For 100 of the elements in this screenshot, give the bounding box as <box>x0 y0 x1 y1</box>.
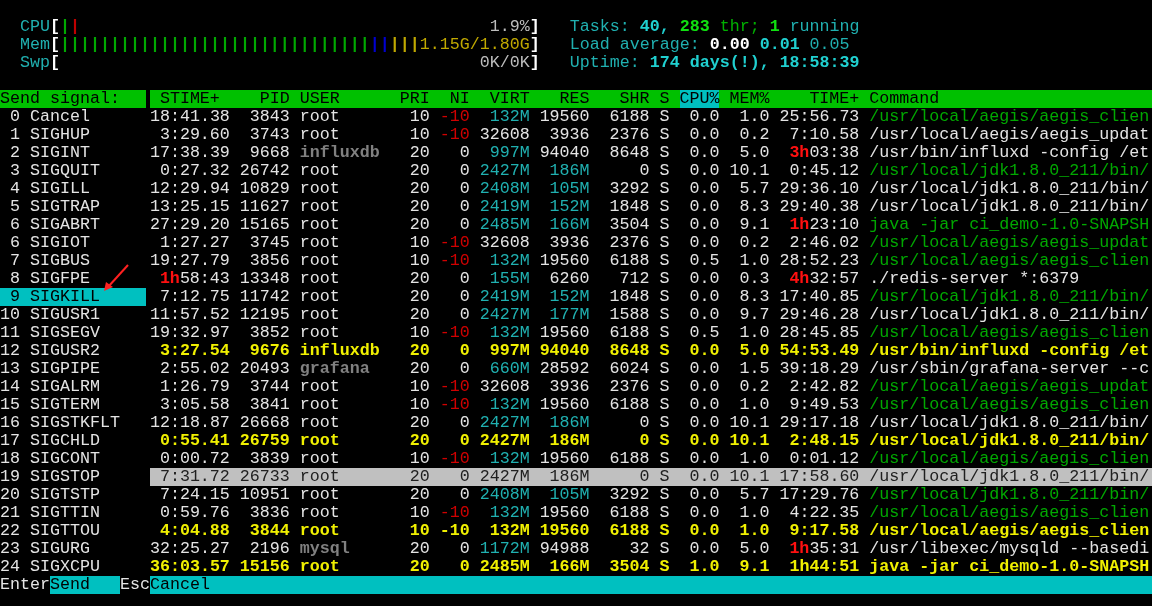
table-cell: 17:58.60 <box>779 468 860 486</box>
table-cell-text: influxdb <box>299 144 381 162</box>
table-cell-text: 0 <box>458 540 470 558</box>
table-cell-text: 20 <box>408 360 430 378</box>
table-cell-text: influxdb <box>299 342 381 360</box>
table-cell-text: 1:27.27 <box>158 234 230 252</box>
table-cell-text: 1.0 <box>738 324 770 342</box>
meter-bars: | <box>59 18 70 36</box>
meter-bracket: [ <box>49 18 60 36</box>
table-cell: 10.1 <box>729 468 770 486</box>
table-cell: 2427M <box>479 162 530 180</box>
signal-item[interactable]: 0 Cancel <box>0 108 146 126</box>
table-cell-text: /usr/local/aegis/aegis_updat <box>869 234 1151 252</box>
meter-value: 0K/0K <box>479 54 530 72</box>
column-header[interactable]: USER <box>299 90 390 108</box>
table-cell-text: root <box>299 414 341 432</box>
table-cell-text: 20 <box>408 162 430 180</box>
table-cell-text: /usr/local/aegis/aegis_updat <box>869 378 1151 396</box>
signal-item[interactable]: 7 SIGBUS <box>0 252 146 270</box>
signal-item[interactable]: 12 SIGUSR2 <box>0 342 146 360</box>
table-cell: -10 <box>439 234 470 252</box>
table-cell-text: 0.0 <box>688 198 720 216</box>
signal-item[interactable]: 16 SIGSTKFLT <box>0 414 146 432</box>
table-cell-text: root <box>299 162 341 180</box>
table-cell: -10 <box>439 522 470 540</box>
signal-item[interactable]: 19 SIGSTOP <box>0 468 146 486</box>
table-cell-text: 2196 <box>248 540 290 558</box>
table-cell: 10951 <box>239 486 290 504</box>
table-cell-text: 20 <box>408 216 430 234</box>
signal-item[interactable]: 3 SIGQUIT <box>0 162 146 180</box>
table-cell: 94040 <box>539 144 590 162</box>
table-cell: S <box>659 504 670 522</box>
table-cell-text: 5.7 <box>738 180 770 198</box>
signal-item[interactable]: 23 SIGURG <box>0 540 146 558</box>
table-cell-text: 10 <box>408 450 430 468</box>
table-cell: 94040 <box>539 342 590 360</box>
column-header[interactable]: PRI <box>399 90 430 108</box>
table-cell-text: 0.0 <box>688 270 720 288</box>
table-cell: -10 <box>439 396 470 414</box>
signal-item[interactable]: 1 SIGHUP <box>0 126 146 144</box>
action-button[interactable]: Send <box>50 576 120 594</box>
table-cell-text: 0:00.72 <box>158 450 230 468</box>
table-cell: S <box>659 252 670 270</box>
signal-item[interactable]: 4 SIGILL <box>0 180 146 198</box>
table-cell-text: 20 <box>408 468 430 486</box>
table-cell-text: 0.0 <box>688 234 720 252</box>
signal-item[interactable]: 17 SIGCHLD <box>0 432 146 450</box>
table-cell: S <box>659 324 670 342</box>
signal-item[interactable]: 14 SIGALRM <box>0 378 146 396</box>
uptime-label: Uptime: <box>569 54 640 72</box>
signal-item[interactable]: 13 SIGPIPE <box>0 360 146 378</box>
action-button[interactable]: Cancel <box>149 576 1152 594</box>
column-header[interactable]: SHR <box>599 90 650 108</box>
table-cell-text: root <box>299 504 341 522</box>
table-cell-text: 10 <box>408 396 430 414</box>
table-cell-text: 20 <box>408 540 430 558</box>
column-header[interactable]: VIRT <box>479 90 530 108</box>
signal-item[interactable]: 6 SIGABRT <box>0 216 146 234</box>
table-cell-text: 132M <box>488 324 530 342</box>
signal-item[interactable]: 11 SIGSEGV <box>0 324 146 342</box>
table-cell-text: 3844 <box>248 522 290 540</box>
column-header[interactable]: STIME+ <box>149 90 230 108</box>
column-header[interactable]: Command <box>869 90 1152 108</box>
table-cell-text: 7:31.72 <box>158 468 230 486</box>
column-header[interactable]: NI <box>439 90 470 108</box>
signal-item[interactable]: 15 SIGTERM <box>0 396 146 414</box>
signal-item[interactable]: 18 SIGCONT <box>0 450 146 468</box>
table-cell: 10.1 <box>729 414 770 432</box>
table-cell-text: 0:59.76 <box>158 504 230 522</box>
table-cell-text: 0.0 <box>688 306 720 324</box>
signal-item[interactable]: 20 SIGTSTP <box>0 486 146 504</box>
signal-item[interactable]: 21 SIGTTIN <box>0 504 146 522</box>
signal-item[interactable]: 6 SIGIOT <box>0 234 146 252</box>
column-header[interactable]: PID <box>239 90 290 108</box>
table-cell-text: 0 <box>458 360 470 378</box>
table-cell-text: 1h23:10 <box>788 216 860 234</box>
signal-item[interactable]: 24 SIGXCPU <box>0 558 146 576</box>
signal-item[interactable]: 8 SIGFPE <box>0 270 146 288</box>
table-cell-text: root <box>299 108 341 126</box>
table-cell-text: 7:24.15 <box>158 486 230 504</box>
signal-item[interactable]: 2 SIGINT <box>0 144 146 162</box>
table-cell-text: root <box>299 198 341 216</box>
signal-item[interactable]: 9 SIGKILL <box>0 288 146 306</box>
table-cell-text: root <box>299 378 341 396</box>
table-cell: 29:46.28 <box>779 306 860 324</box>
column-header[interactable]: S <box>659 90 670 108</box>
column-header[interactable]: RES <box>539 90 590 108</box>
thread-count: 283 <box>679 18 710 36</box>
signal-item[interactable]: 5 SIGTRAP <box>0 198 146 216</box>
signal-item[interactable]: 10 SIGUSR1 <box>0 306 146 324</box>
table-cell-text: 3839 <box>248 450 290 468</box>
table-cell-text: 4h32:57 <box>788 270 860 288</box>
table-cell-text: 0.0 <box>688 432 720 450</box>
table-cell: S <box>659 558 670 576</box>
column-header[interactable]: MEM% <box>729 90 770 108</box>
table-cell-text: 3852 <box>248 324 290 342</box>
signal-item[interactable]: 22 SIGTTOU <box>0 522 146 540</box>
table-cell-text: 3:27.54 <box>158 342 230 360</box>
column-header[interactable]: TIME+ <box>779 90 860 108</box>
table-cell: 29:36.10 <box>779 180 860 198</box>
